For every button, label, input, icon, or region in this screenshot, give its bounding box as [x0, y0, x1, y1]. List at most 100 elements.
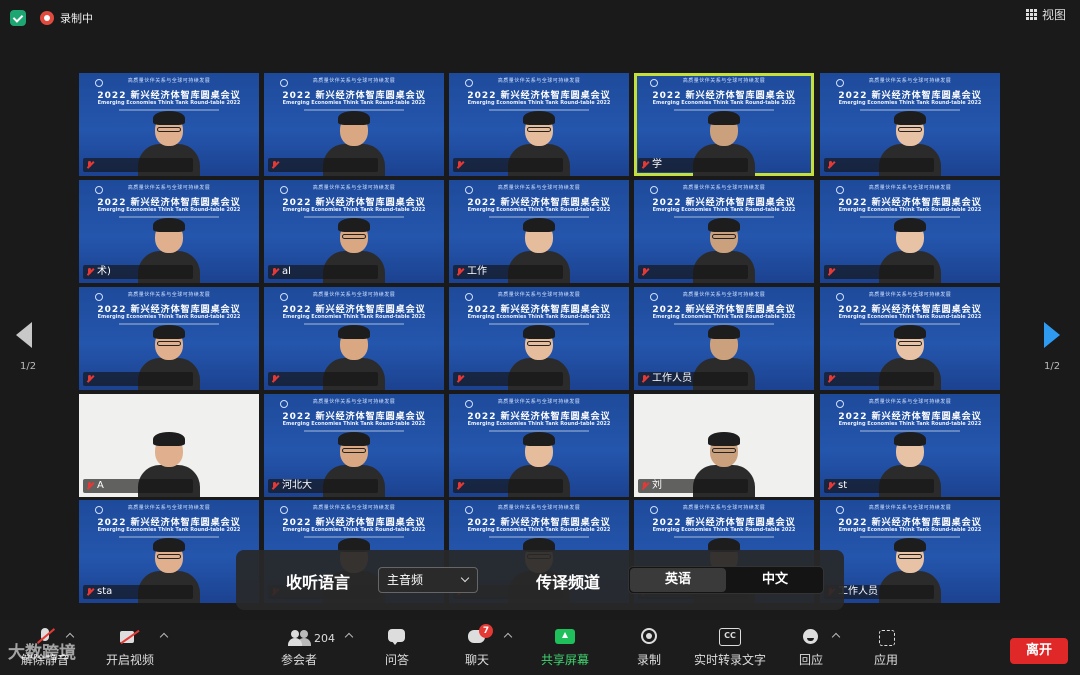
- channel-option-english[interactable]: 英语: [630, 568, 726, 592]
- participant-nameplate: st: [824, 479, 934, 493]
- glasses: [712, 234, 736, 239]
- participant-nameplate: [638, 265, 748, 279]
- previous-page-button[interactable]: [16, 322, 32, 348]
- hair: [338, 432, 370, 446]
- participant-tile[interactable]: 高质量伙伴关系与全球可持续发展 2022 新兴经济体智库圆桌会议 Emerging …: [634, 73, 814, 176]
- participant-tile[interactable]: 刘: [634, 394, 814, 497]
- muted-mic-icon: [86, 588, 94, 596]
- participant-tile[interactable]: 高质量伙伴关系与全球可持续发展 2022 新兴经济体智库圆桌会议 Emerging …: [449, 287, 629, 390]
- banner-title-en: Emerging Economies Think Tank Round-tabl…: [838, 207, 982, 213]
- banner-subtitle: 高质量伙伴关系与全球可持续发展: [312, 505, 396, 511]
- participant-tile[interactable]: 高质量伙伴关系与全球可持续发展 2022 新兴经济体智库圆桌会议 Emerging …: [79, 287, 259, 390]
- participant-nameplate: [824, 372, 934, 386]
- apps-button[interactable]: 应用: [841, 628, 931, 668]
- glasses: [712, 448, 736, 453]
- participant-tile[interactable]: 高质量伙伴关系与全球可持续发展 2022 新兴经济体智库圆桌会议 Emerging …: [79, 500, 259, 603]
- participant-tile[interactable]: 高质量伙伴关系与全球可持续发展 2022 新兴经济体智库圆桌会议 Emerging …: [820, 500, 1000, 603]
- muted-mic-icon: [86, 161, 94, 169]
- banner-subtitle: 高质量伙伴关系与全球可持续发展: [497, 292, 581, 298]
- hair: [153, 218, 185, 232]
- participant-nameplate: A: [83, 479, 193, 493]
- banner-subtitle: 高质量伙伴关系与全球可持续发展: [497, 399, 581, 405]
- share-screen-label: 共享屏幕: [540, 653, 589, 667]
- banner-subtitle: 高质量伙伴关系与全球可持续发展: [868, 78, 952, 84]
- banner-title-en: Emerging Economies Think Tank Round-tabl…: [97, 527, 241, 533]
- view-button[interactable]: 视图: [1025, 6, 1066, 23]
- participant-tile[interactable]: 高质量伙伴关系与全球可持续发展 2022 新兴经济体智库圆桌会议 Emerging …: [449, 180, 629, 283]
- audio-select[interactable]: 主音频: [378, 567, 478, 593]
- apps-icon: [875, 628, 897, 646]
- participant-nameplate: 工作人员: [638, 372, 748, 386]
- participant-name: 工作人员: [652, 373, 692, 384]
- glasses: [898, 127, 922, 132]
- recording-icon: [40, 11, 54, 25]
- participant-tile[interactable]: 高质量伙伴关系与全球可持续发展 2022 新兴经济体智库圆桌会议 Emerging …: [634, 180, 814, 283]
- hair: [894, 432, 926, 446]
- participant-tile[interactable]: 高质量伙伴关系与全球可持续发展 2022 新兴经济体智库圆桌会议 Emerging …: [449, 394, 629, 497]
- participant-tile[interactable]: 高质量伙伴关系与全球可持续发展 2022 新兴经济体智库圆桌会议 Emerging …: [820, 180, 1000, 283]
- qa-button[interactable]: 问答: [352, 628, 442, 668]
- participant-tile[interactable]: 高质量伙伴关系与全球可持续发展 2022 新兴经济体智库圆桌会议 Emerging …: [634, 287, 814, 390]
- hair: [523, 218, 555, 232]
- qa-icon: [386, 628, 408, 646]
- record-label: 录制: [636, 653, 661, 667]
- participant-nameplate: [83, 372, 193, 386]
- participant-tile[interactable]: 高质量伙伴关系与全球可持续发展 2022 新兴经济体智库圆桌会议 Emerging …: [449, 73, 629, 176]
- participant-tile[interactable]: 高质量伙伴关系与全球可持续发展 2022 新兴经济体智库圆桌会议 Emerging …: [820, 73, 1000, 176]
- next-page-button[interactable]: [1044, 322, 1060, 348]
- participant-tile[interactable]: 高质量伙伴关系与全球可持续发展 2022 新兴经济体智库圆桌会议 Emerging …: [820, 287, 1000, 390]
- banner-subtitle: 高质量伙伴关系与全球可持续发展: [682, 185, 766, 191]
- participant-tile[interactable]: 高质量伙伴关系与全球可持续发展 2022 新兴经济体智库圆桌会议 Emerging …: [820, 394, 1000, 497]
- participant-nameplate: [453, 158, 563, 172]
- muted-mic-icon: [827, 482, 835, 490]
- banner-title-en: Emerging Economies Think Tank Round-tabl…: [467, 207, 611, 213]
- live-transcript-button[interactable]: CC 实时转录文字: [685, 628, 775, 668]
- recording-label: 录制中: [60, 12, 93, 25]
- participant-nameplate: al: [268, 265, 378, 279]
- security-shield-icon[interactable]: [10, 10, 26, 26]
- banner-title-en: Emerging Economies Think Tank Round-tabl…: [467, 527, 611, 533]
- banner-title-en: Emerging Economies Think Tank Round-tabl…: [652, 527, 796, 533]
- banner-subtitle: 高质量伙伴关系与全球可持续发展: [127, 505, 211, 511]
- participant-nameplate: [268, 372, 378, 386]
- glasses: [527, 341, 551, 346]
- participant-name: 术): [97, 266, 111, 277]
- participant-name: st: [838, 480, 848, 491]
- glasses: [157, 127, 181, 132]
- hair: [338, 111, 370, 125]
- banner-subtitle: 高质量伙伴关系与全球可持续发展: [682, 78, 766, 84]
- participant-tile[interactable]: 高质量伙伴关系与全球可持续发展 2022 新兴经济体智库圆桌会议 Emerging …: [264, 73, 444, 176]
- participant-name: al: [282, 266, 291, 277]
- banner-title-en: Emerging Economies Think Tank Round-tabl…: [838, 527, 982, 533]
- participant-tile[interactable]: 高质量伙伴关系与全球可持续发展 2022 新兴经济体智库圆桌会议 Emerging …: [264, 394, 444, 497]
- participant-nameplate: [453, 372, 563, 386]
- top-bar: 录制中 视图: [0, 0, 1080, 36]
- muted-mic-icon: [827, 268, 835, 276]
- banner-subtitle: 高质量伙伴关系与全球可持续发展: [127, 292, 211, 298]
- muted-mic-icon: [271, 482, 279, 490]
- participant-tile[interactable]: A: [79, 394, 259, 497]
- participant-tile[interactable]: 高质量伙伴关系与全球可持续发展 2022 新兴经济体智库圆桌会议 Emerging …: [79, 180, 259, 283]
- leave-meeting-button[interactable]: 离开: [1010, 638, 1068, 664]
- banner-subtitle: 高质量伙伴关系与全球可持续发展: [497, 185, 581, 191]
- record-button[interactable]: 录制: [604, 628, 694, 668]
- channel-toggle: 英语 中文: [628, 566, 824, 594]
- banner-title-en: Emerging Economies Think Tank Round-tabl…: [97, 207, 241, 213]
- participants-label: 参会者: [280, 653, 317, 667]
- chat-icon: 7: [466, 624, 493, 646]
- channel-option-chinese[interactable]: 中文: [727, 568, 823, 592]
- banner-title-en: Emerging Economies Think Tank Round-tabl…: [282, 527, 426, 533]
- participant-nameplate: 工作: [453, 265, 563, 279]
- participant-tile[interactable]: 高质量伙伴关系与全球可持续发展 2022 新兴经济体智库圆桌会议 Emerging …: [79, 73, 259, 176]
- chat-label: 聊天: [464, 653, 489, 667]
- muted-mic-icon: [641, 482, 649, 490]
- participant-nameplate: [83, 158, 193, 172]
- share-screen-button[interactable]: 共享屏幕: [520, 628, 610, 668]
- banner-title-en: Emerging Economies Think Tank Round-tabl…: [467, 314, 611, 320]
- participant-tile[interactable]: 高质量伙伴关系与全球可持续发展 2022 新兴经济体智库圆桌会议 Emerging …: [264, 287, 444, 390]
- muted-mic-icon: [456, 375, 464, 383]
- camera-off-icon: [119, 628, 141, 646]
- participant-tile[interactable]: 高质量伙伴关系与全球可持续发展 2022 新兴经济体智库圆桌会议 Emerging …: [264, 180, 444, 283]
- muted-mic-icon: [271, 161, 279, 169]
- banner-title-en: Emerging Economies Think Tank Round-tabl…: [282, 314, 426, 320]
